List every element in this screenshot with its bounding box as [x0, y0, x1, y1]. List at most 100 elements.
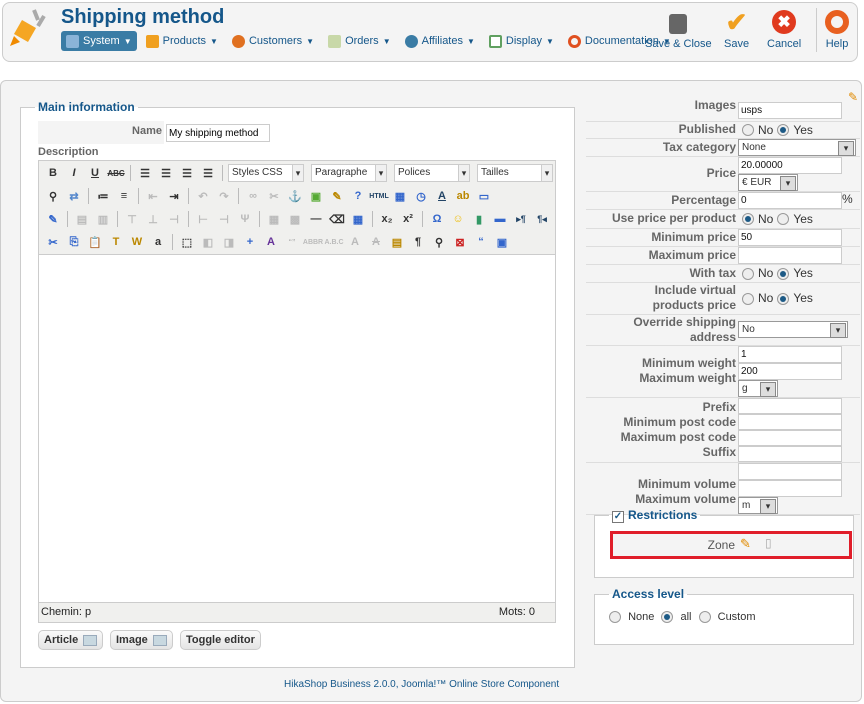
subscript-icon[interactable]: x₂	[378, 210, 396, 228]
currency-select[interactable]: € EUR	[738, 173, 798, 191]
access-none-radio[interactable]	[609, 611, 621, 624]
edit-icon[interactable]: ✎	[44, 210, 62, 228]
name-input[interactable]	[166, 124, 270, 142]
superscript-icon[interactable]: x²	[399, 210, 417, 228]
ltr-icon[interactable]: ▸¶	[512, 210, 530, 228]
min-price-input[interactable]	[738, 228, 842, 246]
find-icon[interactable]: ⚲	[44, 187, 62, 205]
published-yes-radio[interactable]	[777, 124, 790, 137]
menu-orders[interactable]: Orders ▼	[323, 31, 396, 51]
unlink-icon[interactable]: ✂	[265, 187, 283, 205]
weight-unit-select[interactable]: g	[738, 379, 778, 397]
strikethrough-icon[interactable]: ABC	[107, 164, 125, 182]
virtual-no-radio[interactable]	[742, 292, 754, 305]
delete-row-icon[interactable]: ⊣	[165, 210, 183, 228]
tax-category-select[interactable]: None	[738, 138, 856, 156]
prefix-input[interactable]	[738, 397, 842, 414]
emoticon-icon[interactable]: ☺	[449, 210, 467, 228]
cut-icon[interactable]: ✂	[44, 233, 62, 251]
table-icon[interactable]: ▦	[349, 210, 367, 228]
insert-row-after-icon[interactable]: ⊥	[144, 210, 162, 228]
price-input[interactable]	[738, 156, 842, 174]
with-tax-yes-radio[interactable]	[777, 267, 790, 280]
blockquote-icon[interactable]: “	[472, 233, 490, 251]
published-no-radio[interactable]	[742, 124, 754, 137]
cite-icon[interactable]: “”	[283, 233, 301, 251]
attributes-icon[interactable]: ▤	[388, 233, 406, 251]
article-button[interactable]: Article	[38, 630, 104, 650]
editor-content-area[interactable]	[39, 254, 555, 603]
size-select[interactable]: Tailles	[477, 164, 553, 182]
min-weight-input[interactable]	[738, 345, 842, 363]
max-volume-input[interactable]	[738, 479, 842, 497]
horizontal-rule-icon[interactable]: —	[307, 210, 325, 228]
styles-select[interactable]: Styles CSS	[228, 164, 304, 182]
image-icon[interactable]: ▣	[307, 187, 325, 205]
time-icon[interactable]: ◷	[412, 187, 430, 205]
align-center-icon[interactable]: ☰	[157, 164, 175, 182]
ppp-no-radio[interactable]	[742, 213, 754, 226]
html-icon[interactable]: HTML	[369, 187, 388, 205]
special-char-icon[interactable]: Ω	[428, 210, 446, 228]
bullet-list-icon[interactable]: ≔	[94, 187, 112, 205]
restrictions-checkbox[interactable]: ✓	[612, 511, 624, 523]
style-props-icon[interactable]: A	[262, 233, 280, 251]
insert-col-before-icon[interactable]: ⊢	[194, 210, 212, 228]
numbered-list-icon[interactable]: ≡	[115, 187, 133, 205]
rtl-icon[interactable]: ¶◂	[533, 210, 551, 228]
save-close-button[interactable]: Save & Close	[645, 10, 712, 50]
italic-icon[interactable]: I	[65, 164, 83, 182]
cleanup-icon[interactable]: ✎	[328, 187, 346, 205]
access-custom-radio[interactable]	[698, 611, 711, 624]
link-icon[interactable]: ∞	[244, 187, 262, 205]
media-icon[interactable]: ▮	[470, 210, 488, 228]
min-volume-input[interactable]	[738, 462, 842, 480]
replace-icon[interactable]: ⇄	[65, 187, 83, 205]
override-address-select[interactable]: No	[738, 321, 848, 338]
delete-col-icon[interactable]: Ψ	[236, 210, 254, 228]
date-icon[interactable]: ▦	[391, 187, 409, 205]
with-tax-no-radio[interactable]	[742, 267, 754, 280]
abbr-icon[interactable]: ABBR	[303, 233, 323, 251]
insert-col-after-icon[interactable]: ⊣	[215, 210, 233, 228]
visual-chars-icon[interactable]: ¶	[409, 233, 427, 251]
row-props-icon[interactable]: ▤	[73, 210, 91, 228]
paste-word-icon[interactable]: W	[128, 233, 146, 251]
virtual-yes-radio[interactable]	[777, 292, 790, 305]
cancel-button[interactable]: ✖ Cancel	[767, 10, 801, 50]
eraser-icon[interactable]: ⌫	[328, 210, 346, 228]
images-input[interactable]	[738, 101, 842, 119]
move-forward-icon[interactable]: ◧	[199, 233, 217, 251]
select-all-icon[interactable]: a	[149, 233, 167, 251]
suffix-input[interactable]	[738, 445, 842, 462]
underline-icon[interactable]: U	[86, 164, 104, 182]
menu-affiliates[interactable]: Affiliates ▼	[400, 31, 480, 51]
split-cells-icon[interactable]: ▦	[265, 210, 283, 228]
align-right-icon[interactable]: ☰	[178, 164, 196, 182]
format-select[interactable]: Paragraphe	[311, 164, 387, 182]
anchor-icon[interactable]: ⚓	[286, 187, 304, 205]
fullscreen-icon[interactable]: ▭	[475, 187, 493, 205]
font-select[interactable]: Polices	[394, 164, 470, 182]
max-price-input[interactable]	[738, 246, 842, 264]
menu-system[interactable]: System ▼	[61, 31, 137, 51]
help-icon[interactable]: ?	[349, 187, 367, 205]
layer-icon[interactable]: ⬚	[178, 233, 196, 251]
nonbreaking-icon[interactable]: ▬	[491, 210, 509, 228]
access-all-radio[interactable]	[661, 611, 674, 624]
indent-icon[interactable]: ⇥	[165, 187, 183, 205]
insert-row-before-icon[interactable]: ⊤	[123, 210, 141, 228]
image-button[interactable]: Image	[110, 630, 173, 650]
undo-icon[interactable]: ↶	[194, 187, 212, 205]
menu-products[interactable]: Products ▼	[141, 31, 223, 51]
acronym-icon[interactable]: A.B.C	[324, 233, 343, 251]
insert-icon[interactable]: A	[346, 233, 364, 251]
cell-props-icon[interactable]: ▥	[94, 210, 112, 228]
preview-icon[interactable]: ⚲	[430, 233, 448, 251]
help-button[interactable]: Help	[825, 10, 849, 50]
redo-icon[interactable]: ↷	[215, 187, 233, 205]
absolute-icon[interactable]: +	[241, 233, 259, 251]
menu-customers[interactable]: Customers ▼	[227, 31, 319, 51]
edit-image-icon[interactable]: ✎	[848, 90, 858, 104]
copy-icon[interactable]: ⎘	[65, 233, 83, 251]
